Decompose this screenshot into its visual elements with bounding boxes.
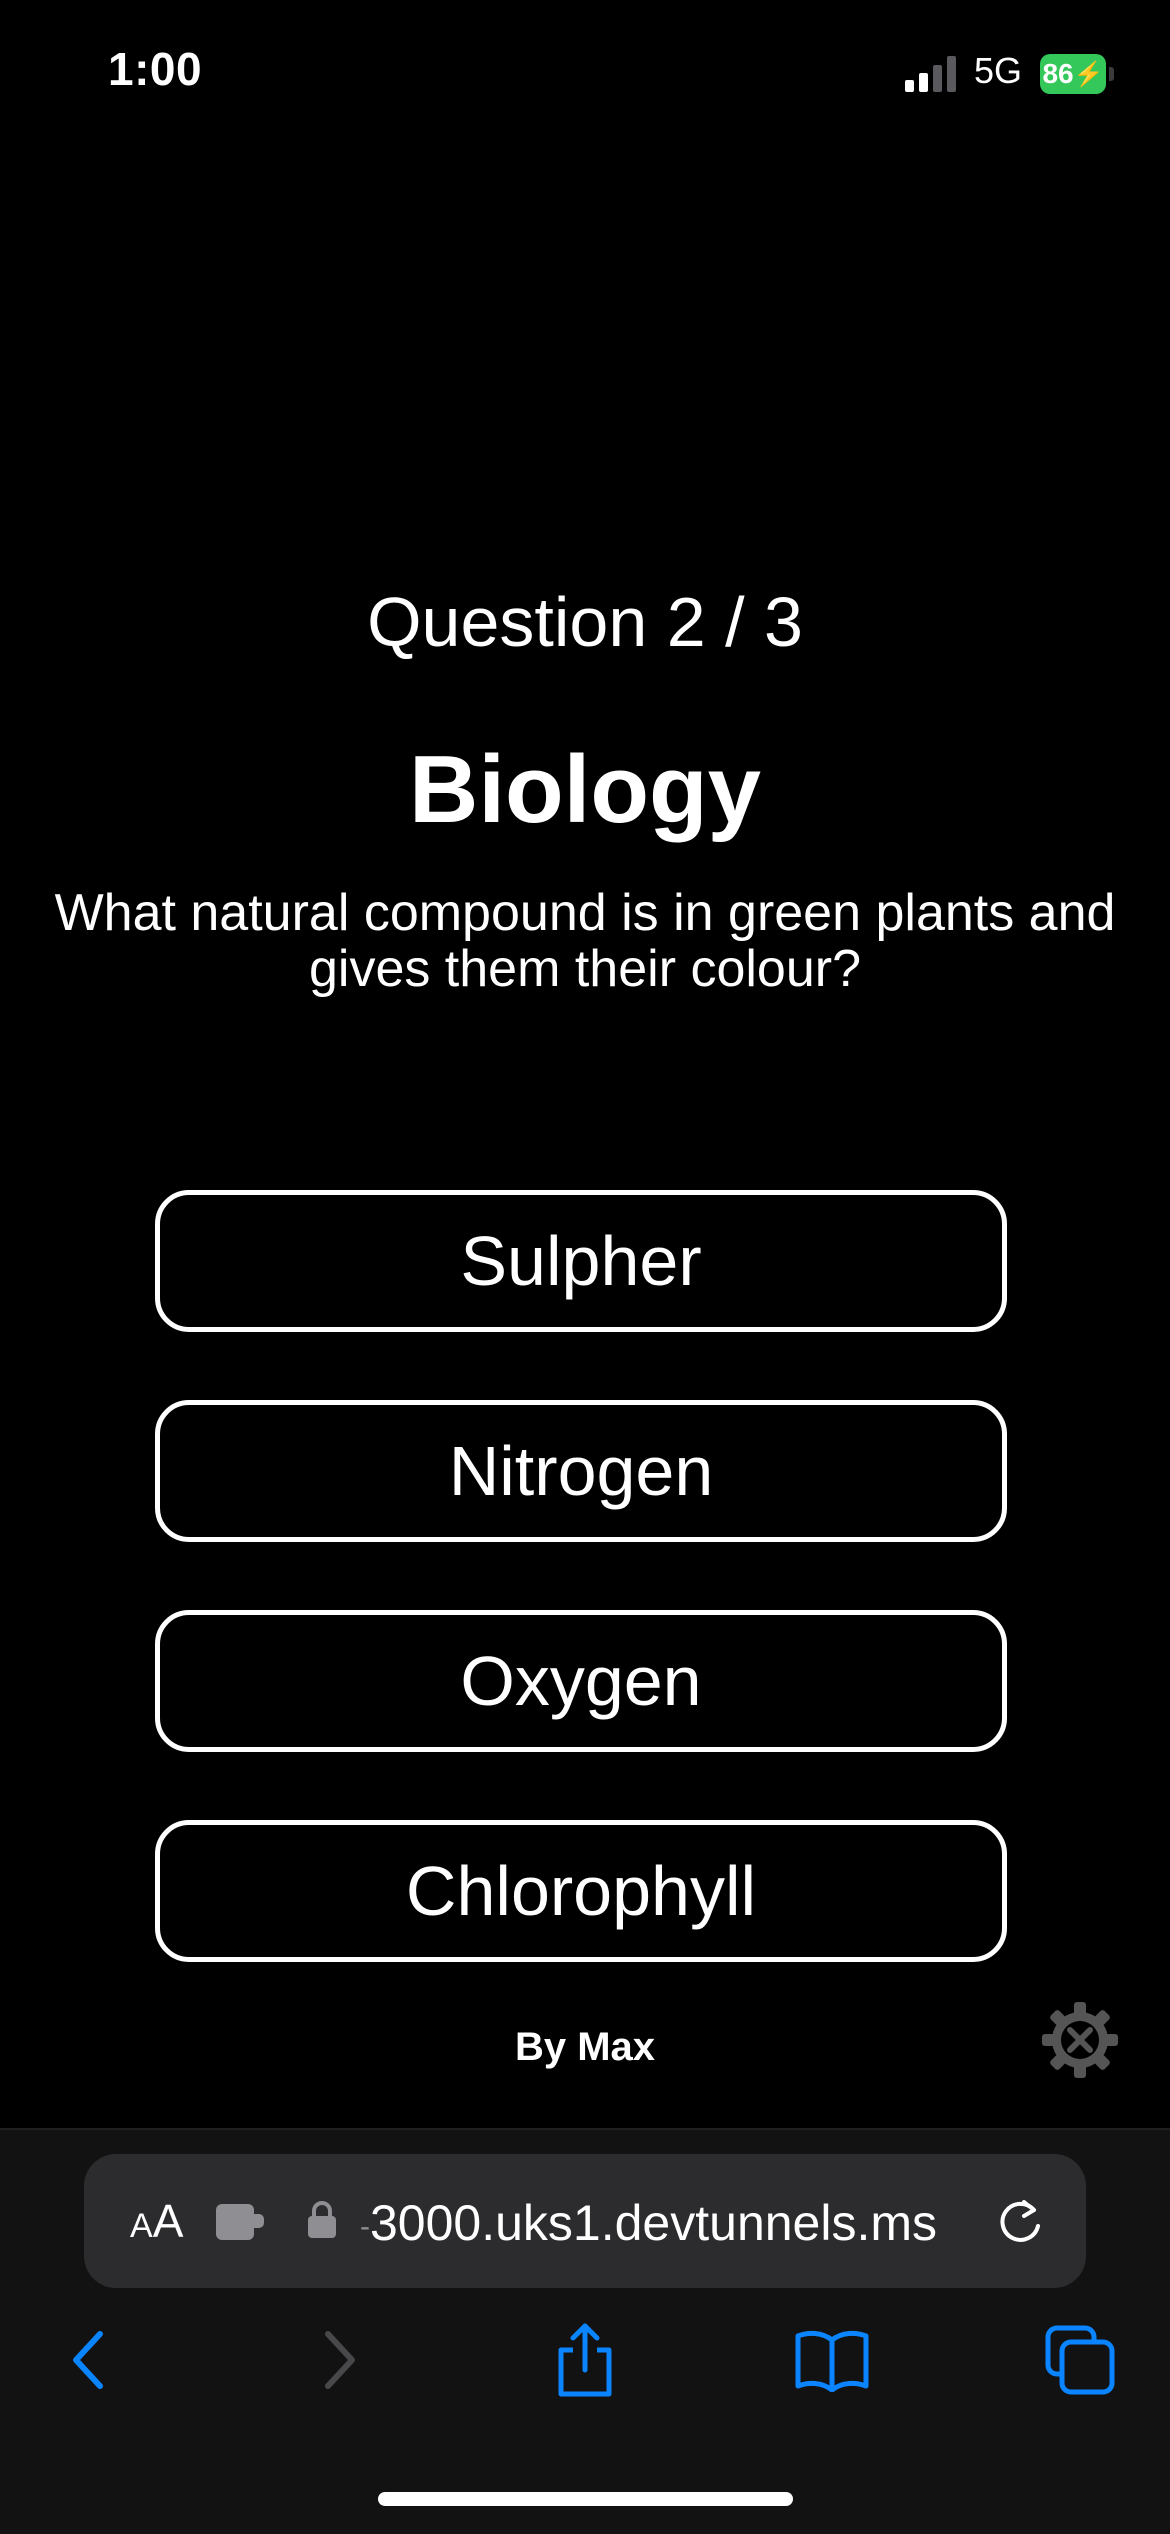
cellular-signal-icon	[905, 56, 956, 92]
network-type: 5G	[974, 50, 1023, 91]
question-subject: Biology	[409, 736, 761, 843]
question-counter: Question 2 / 3	[367, 583, 803, 661]
question-text: What natural compound is in green plants…	[54, 884, 1116, 998]
status-bar: 1:00 5G 86 ⚡	[0, 0, 1170, 150]
answer-button-sulpher[interactable]: Sulpher	[155, 1190, 1007, 1332]
answer-button-chlorophyll[interactable]: Chlorophyll	[155, 1820, 1007, 1962]
address-bar[interactable]: AA -3000.uks1.devtunnels.ms	[84, 2154, 1086, 2288]
bookmarks-icon[interactable]	[792, 2320, 872, 2400]
tabs-icon[interactable]	[1040, 2320, 1120, 2400]
back-icon[interactable]	[48, 2320, 128, 2400]
battery-charging-icon: 86 ⚡	[1040, 54, 1118, 94]
answer-button-oxygen[interactable]: Oxygen	[155, 1610, 1007, 1752]
author-credit: By Max	[514, 2025, 656, 2069]
text-size-button[interactable]: AA	[130, 2196, 183, 2251]
status-time: 1:00	[108, 43, 203, 95]
home-indicator[interactable]	[378, 2492, 793, 2506]
share-icon[interactable]	[545, 2320, 625, 2400]
lock-icon	[308, 2201, 336, 2238]
reload-icon[interactable]	[994, 2196, 1046, 2248]
settings-gear-icon[interactable]	[1040, 2000, 1120, 2080]
forward-icon[interactable]	[300, 2320, 380, 2400]
battery-level: 86	[1042, 58, 1074, 89]
url-text: -3000.uks1.devtunnels.ms	[360, 2195, 938, 2251]
extension-icon[interactable]	[214, 2198, 268, 2244]
answer-button-nitrogen[interactable]: Nitrogen	[155, 1400, 1007, 1542]
